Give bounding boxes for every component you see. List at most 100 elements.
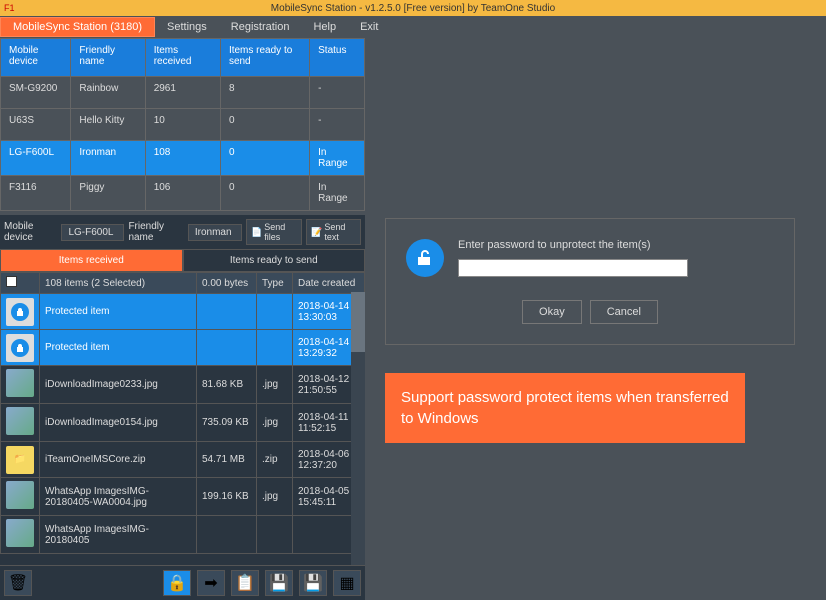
menu-help[interactable]: Help bbox=[301, 18, 348, 36]
menu-settings[interactable]: Settings bbox=[155, 18, 219, 36]
friendly-name-label: Friendly name bbox=[128, 221, 183, 243]
friendly-name-field[interactable]: Ironman bbox=[188, 224, 242, 241]
item-col-name[interactable]: 108 items (2 Selected) bbox=[40, 273, 197, 294]
item-size bbox=[197, 516, 257, 554]
item-row[interactable]: iDownloadImage0233.jpg81.68 KB.jpg2018-0… bbox=[1, 366, 365, 404]
device-col-device[interactable]: Mobile device bbox=[1, 39, 71, 77]
image-thumbnail bbox=[6, 481, 34, 509]
item-size: 735.09 KB bbox=[197, 404, 257, 442]
menu-exit[interactable]: Exit bbox=[348, 18, 390, 36]
item-col-size[interactable]: 0.00 bytes bbox=[197, 273, 257, 294]
send-files-button[interactable]: 📄 Send files bbox=[246, 219, 302, 245]
save-as-button[interactable]: 💾 bbox=[299, 570, 327, 596]
device-cell-device: LG-F600L bbox=[1, 141, 71, 176]
tab-items-ready[interactable]: Items ready to send bbox=[183, 249, 366, 272]
item-row[interactable]: WhatsApp ImagesIMG-20180405-WA0004.jpg19… bbox=[1, 478, 365, 516]
password-dialog: Enter password to unprotect the item(s) … bbox=[385, 218, 795, 345]
item-name: iDownloadImage0154.jpg bbox=[40, 404, 197, 442]
title-bar: F1 MobileSync Station - v1.2.5.0 [Free v… bbox=[0, 0, 826, 16]
scrollbar-thumb[interactable] bbox=[351, 292, 365, 352]
item-type: .jpg bbox=[257, 404, 293, 442]
item-type: .jpg bbox=[257, 478, 293, 516]
select-all-checkbox[interactable] bbox=[6, 276, 17, 287]
image-thumbnail bbox=[6, 407, 34, 435]
item-type bbox=[257, 330, 293, 366]
copy-button[interactable]: 📋 bbox=[231, 570, 259, 596]
arrow-right-icon: ➡ bbox=[204, 573, 217, 593]
device-col-received[interactable]: Items received bbox=[145, 39, 220, 77]
item-row[interactable]: Protected item2018-04-14 13:30:03 bbox=[1, 294, 365, 330]
image-thumbnail bbox=[6, 369, 34, 397]
device-cell-name: Ironman bbox=[71, 141, 145, 176]
device-cell-device: SM-G9200 bbox=[1, 77, 71, 109]
device-row[interactable]: U63SHello Kitty100- bbox=[1, 109, 365, 141]
device-label: Mobile device bbox=[4, 221, 57, 243]
export-button[interactable]: ➡ bbox=[197, 570, 225, 596]
unlock-icon bbox=[406, 239, 444, 277]
device-cell-ready: 0 bbox=[220, 176, 309, 211]
device-row[interactable]: SM-G9200Rainbow29618- bbox=[1, 77, 365, 109]
device-col-ready[interactable]: Items ready to send bbox=[220, 39, 309, 77]
dialog-prompt: Enter password to unprotect the item(s) bbox=[458, 239, 688, 251]
send-text-icon: 📝 bbox=[311, 227, 322, 238]
device-field[interactable]: LG-F600L bbox=[61, 224, 124, 241]
left-panel: Mobile device Friendly name Items receiv… bbox=[0, 38, 365, 600]
device-cell-received: 108 bbox=[145, 141, 220, 176]
send-files-icon: 📄 bbox=[251, 227, 262, 238]
device-col-name[interactable]: Friendly name bbox=[71, 39, 145, 77]
device-col-status[interactable]: Status bbox=[310, 39, 365, 77]
device-cell-status: In Range bbox=[310, 141, 365, 176]
device-cell-ready: 0 bbox=[220, 141, 309, 176]
device-cell-status: - bbox=[310, 109, 365, 141]
item-type: .zip bbox=[257, 442, 293, 478]
device-cell-device: U63S bbox=[1, 109, 71, 141]
item-size: 81.68 KB bbox=[197, 366, 257, 404]
device-cell-received: 10 bbox=[145, 109, 220, 141]
copy-icon: 📋 bbox=[235, 573, 255, 593]
item-scrollbar[interactable] bbox=[351, 292, 365, 565]
device-cell-ready: 8 bbox=[220, 77, 309, 109]
item-name: iTeamOneIMSCore.zip bbox=[40, 442, 197, 478]
save-button[interactable]: 💾 bbox=[265, 570, 293, 596]
window-title: MobileSync Station - v1.2.5.0 [Free vers… bbox=[271, 3, 555, 14]
device-row[interactable]: LG-F600LIronman1080In Range bbox=[1, 141, 365, 176]
item-col-type[interactable]: Type bbox=[257, 273, 293, 294]
grid-button[interactable]: ▦ bbox=[333, 570, 361, 596]
item-size bbox=[197, 294, 257, 330]
send-text-button[interactable]: 📝 Send text bbox=[306, 219, 361, 245]
item-name: WhatsApp ImagesIMG-20180405-WA0004.jpg bbox=[40, 478, 197, 516]
menu-registration[interactable]: Registration bbox=[219, 18, 302, 36]
item-size bbox=[197, 330, 257, 366]
item-row[interactable]: iDownloadImage0154.jpg735.09 KB.jpg2018-… bbox=[1, 404, 365, 442]
device-cell-name: Piggy bbox=[71, 176, 145, 211]
item-toolbar: 🗑 🔒 ➡ 📋 💾 💾 ▦ bbox=[0, 565, 365, 600]
lock-icon bbox=[11, 303, 29, 321]
item-row[interactable]: Protected item2018-04-14 13:29:32 bbox=[1, 330, 365, 366]
titlebar-indicator: F1 bbox=[4, 3, 15, 13]
item-row[interactable]: WhatsApp ImagesIMG-20180405 bbox=[1, 516, 365, 554]
item-size: 54.71 MB bbox=[197, 442, 257, 478]
cancel-button[interactable]: Cancel bbox=[590, 300, 658, 324]
device-detail-bar: Mobile device LG-F600L Friendly name Iro… bbox=[0, 215, 365, 249]
okay-button[interactable]: Okay bbox=[522, 300, 582, 324]
item-row[interactable]: 📁iTeamOneIMSCore.zip54.71 MB.zip2018-04-… bbox=[1, 442, 365, 478]
menu-mobilesync-station[interactable]: MobileSync Station (3180) bbox=[0, 17, 155, 37]
delete-button[interactable]: 🗑 bbox=[4, 570, 32, 596]
device-row[interactable]: F3116Piggy1060In Range bbox=[1, 176, 365, 211]
password-input[interactable] bbox=[458, 259, 688, 277]
save-as-icon: 💾 bbox=[303, 573, 323, 593]
item-name: iDownloadImage0233.jpg bbox=[40, 366, 197, 404]
device-table: Mobile device Friendly name Items receiv… bbox=[0, 38, 365, 211]
item-list: 108 items (2 Selected) 0.00 bytes Type D… bbox=[0, 272, 365, 565]
device-cell-status: - bbox=[310, 77, 365, 109]
lock-button[interactable]: 🔒 bbox=[163, 570, 191, 596]
lock-icon: 🔒 bbox=[167, 573, 187, 593]
device-cell-status: In Range bbox=[310, 176, 365, 211]
item-name: WhatsApp ImagesIMG-20180405 bbox=[40, 516, 197, 554]
item-name: Protected item bbox=[40, 330, 197, 366]
item-type bbox=[257, 294, 293, 330]
image-thumbnail bbox=[6, 519, 34, 547]
zip-icon: 📁 bbox=[6, 446, 34, 474]
item-col-date[interactable]: Date created bbox=[293, 273, 365, 294]
tab-items-received[interactable]: Items received bbox=[0, 249, 183, 272]
